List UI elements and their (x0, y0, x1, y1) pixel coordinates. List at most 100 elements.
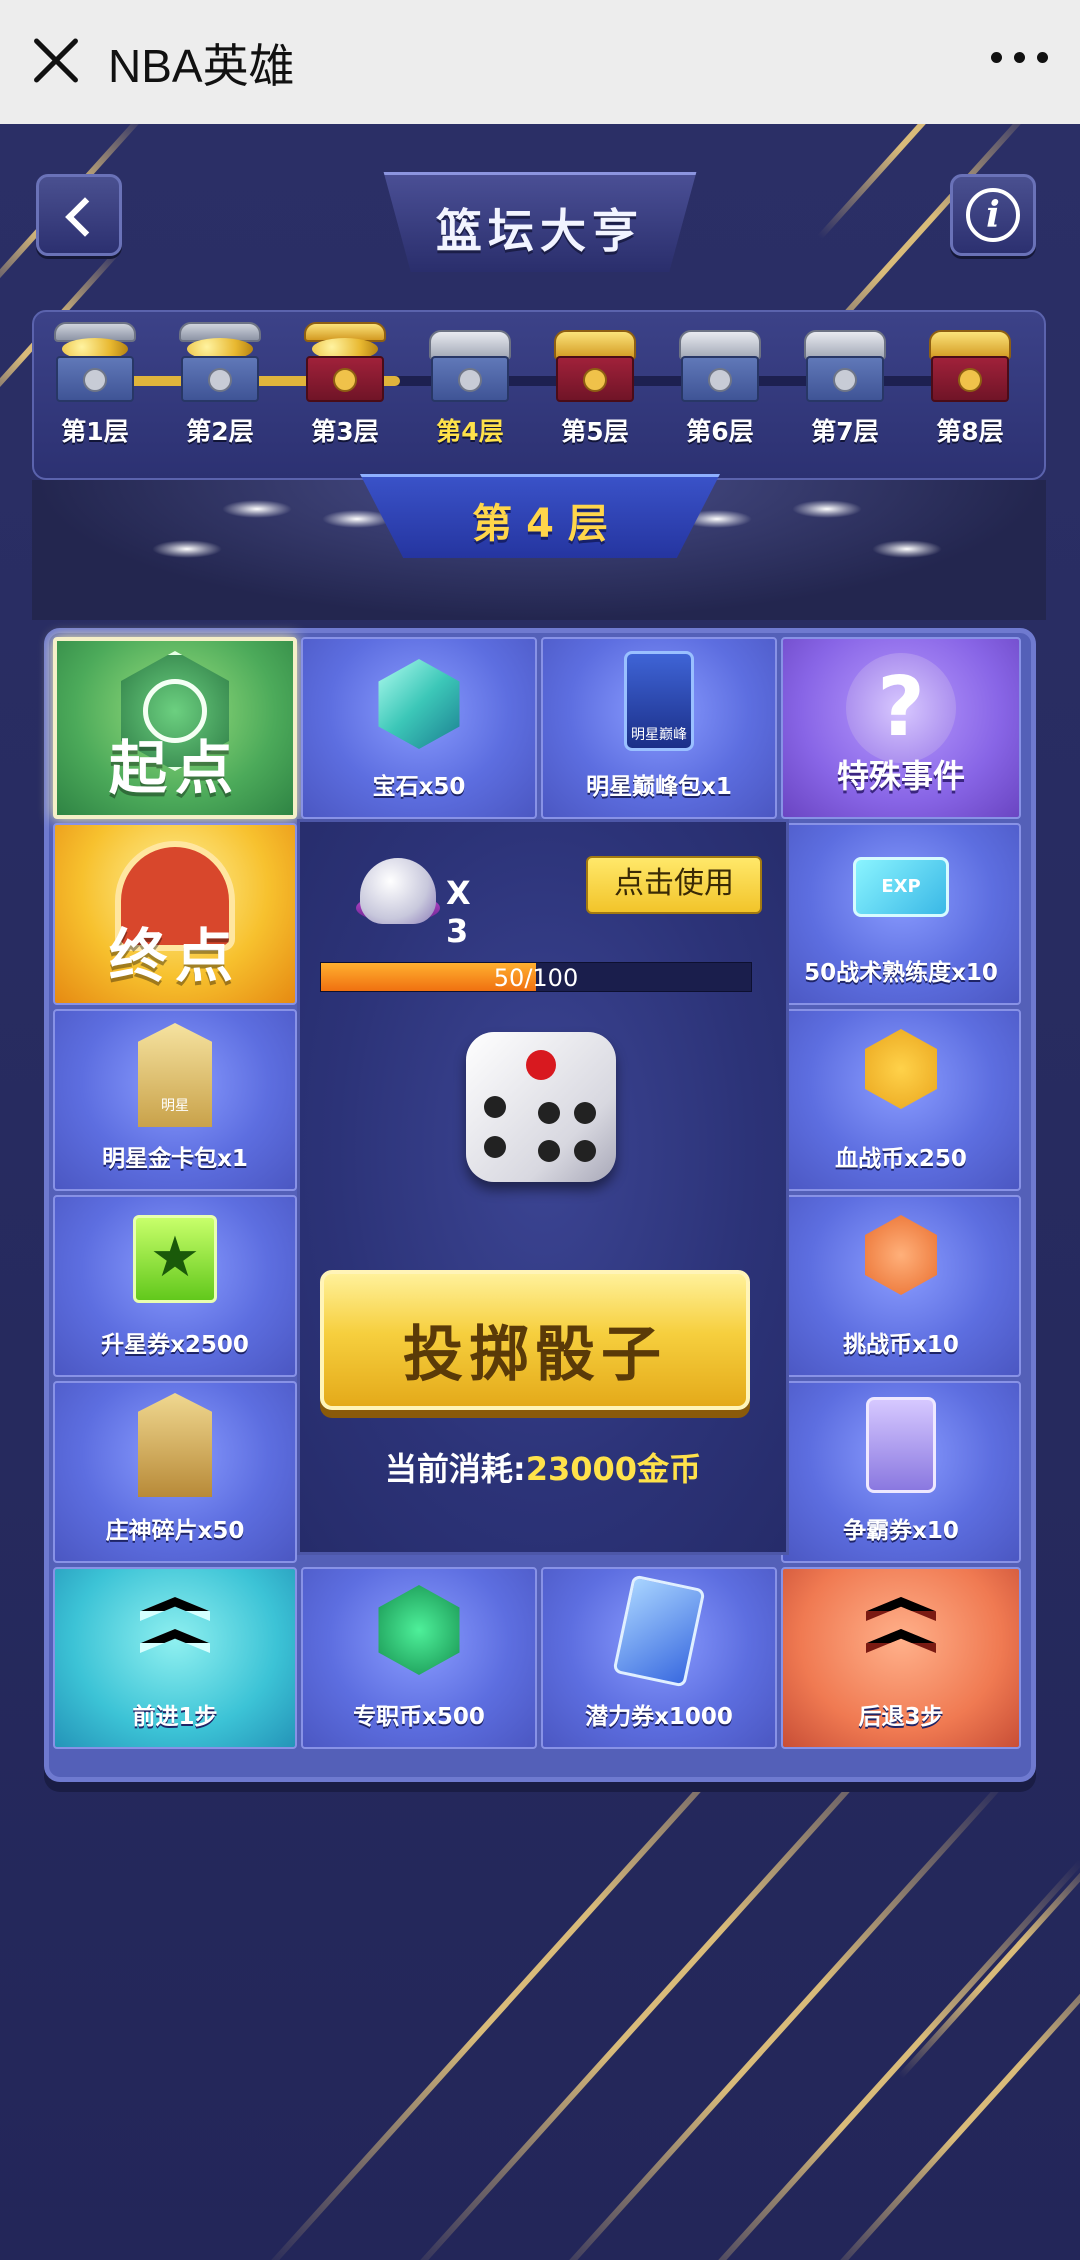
cell-label: 特殊事件 (836, 757, 965, 795)
info-button[interactable]: i (950, 174, 1036, 256)
cell-label: 专职币x500 (353, 1704, 485, 1730)
cell-gold-pack[interactable]: 明星 明星金卡包x1 (53, 1009, 297, 1191)
battery-icon (374, 1585, 464, 1675)
cell-label: 宝石x50 (372, 774, 466, 800)
level-label: 第6层 (686, 417, 754, 446)
decor-stripe (0, 124, 184, 150)
dice-panel: X 3 点击使用 50/100 投掷骰子 当前消耗:23000金币 (297, 819, 789, 1555)
chest-icon (802, 322, 888, 408)
title-banner: 篮坛大亨 (383, 172, 697, 272)
cell-pro-coin[interactable]: 专职币x500 (301, 1567, 537, 1749)
level-label: 第1层 (61, 417, 129, 446)
cell-label: 50战术熟练度x10 (804, 960, 998, 986)
cell-label: 前进1步 (132, 1704, 218, 1730)
level-3[interactable]: 第3层 (290, 322, 400, 448)
chest-icon (677, 322, 763, 408)
cell-label: 庄神碎片x50 (105, 1518, 245, 1544)
close-icon[interactable] (30, 34, 82, 86)
player-card-icon: 明星巅峰 (624, 651, 694, 751)
level-2[interactable]: 第2层 (165, 322, 275, 448)
spotlight (792, 500, 862, 518)
back-button[interactable] (36, 174, 122, 256)
progress-bar: 50/100 (320, 962, 752, 992)
gem-icon (374, 659, 464, 749)
cell-tactics[interactable]: EXP 50战术熟练度x10 (781, 823, 1021, 1005)
player-portrait-icon (138, 1393, 212, 1497)
roll-dice-button[interactable]: 投掷骰子 (320, 1270, 750, 1410)
level-label: 第5层 (561, 417, 629, 446)
level-label: 第7层 (811, 417, 879, 446)
decor-stripe (817, 1913, 1080, 2260)
page-title: 篮坛大亨 (436, 204, 644, 258)
cell-label: 挑战币x10 (843, 1332, 959, 1358)
chest-icon (177, 322, 263, 408)
gold-chest-icon (302, 322, 388, 408)
spotlight (872, 540, 942, 558)
progress-text: 50/100 (493, 964, 579, 992)
cell-finish-label: 终点 (108, 922, 241, 990)
cell-potential-ticket[interactable]: 潜力券x1000 (541, 1567, 777, 1749)
floor-banner: 第 4 层 (360, 474, 720, 558)
level-5[interactable]: 第5层 (540, 322, 650, 448)
level-label: 第4层 (436, 417, 504, 446)
level-1[interactable]: 第1层 (40, 322, 150, 448)
use-dice-button[interactable]: 点击使用 (586, 856, 762, 914)
gold-chest-icon (552, 322, 638, 408)
level-7[interactable]: 第7层 (790, 322, 900, 448)
cell-blood-coin[interactable]: 血战币x250 (781, 1009, 1021, 1191)
app-title: NBA英雄 (108, 40, 295, 92)
current-floor-title: 第 4 层 (472, 501, 608, 547)
cell-upgrade-ticket[interactable]: ★ 升星券x2500 (53, 1195, 297, 1377)
more-options-icon[interactable] (991, 52, 1048, 63)
game-screen: 篮坛大亨 i 第1层 第2层 第3层 第4层 第5层 第6层 第7层 第8层 第… (0, 124, 1080, 2260)
level-8[interactable]: 第8层 (915, 322, 1025, 448)
title-bar: NBA英雄 (0, 0, 1080, 124)
cell-label: 明星金卡包x1 (102, 1146, 248, 1172)
cell-gem[interactable]: 宝石x50 (301, 637, 537, 819)
cell-label: 升星券x2500 (101, 1332, 249, 1358)
cell-star-pack[interactable]: 明星巅峰 明星巅峰包x1 (541, 637, 777, 819)
blood-drop-icon (861, 1029, 941, 1109)
scroll-icon (866, 1397, 936, 1493)
level-label: 第2层 (186, 417, 254, 446)
question-mark-icon: ? (846, 653, 956, 763)
cell-contest-ticket[interactable]: 争霸券x10 (781, 1381, 1021, 1563)
game-board: 起点 宝石x50 明星巅峰 明星巅峰包x1 ? 特殊事件 终点 明星 明星金卡包… (44, 628, 1036, 1782)
exp-ticket-icon: EXP (853, 857, 949, 917)
chevron-down-icon (856, 1589, 946, 1679)
die-icon (466, 1032, 626, 1192)
cell-label: 后退3步 (858, 1704, 944, 1730)
cost-text: 当前消耗:23000金币 (300, 1444, 786, 1490)
level-label: 第3层 (311, 417, 379, 446)
info-icon: i (966, 188, 1020, 242)
level-label: 第8层 (936, 417, 1004, 446)
cost-value: 23000金币 (525, 1450, 702, 1488)
cell-forward[interactable]: 前进1步 (53, 1567, 297, 1749)
cell-backward[interactable]: 后退3步 (781, 1567, 1021, 1749)
dice-count-value: X 3 (446, 874, 471, 950)
cell-label: 明星巅峰包x1 (586, 774, 732, 800)
level-4[interactable]: 第4层 (415, 322, 525, 448)
basketball-card-icon (612, 1574, 706, 1688)
cell-label: 潜力券x1000 (585, 1704, 733, 1730)
chest-icon (427, 322, 513, 408)
dice-count: X 3 (356, 848, 490, 950)
cell-label: 血战币x250 (835, 1146, 967, 1172)
cost-label: 当前消耗: (384, 1450, 526, 1488)
cell-start[interactable]: 起点 (53, 637, 297, 819)
level-6[interactable]: 第6层 (665, 322, 775, 448)
cell-challenge-coin[interactable]: 挑战币x10 (781, 1195, 1021, 1377)
cell-fragment[interactable]: 庄神碎片x50 (53, 1381, 297, 1563)
cell-special-event[interactable]: ? 特殊事件 (781, 637, 1021, 819)
cell-start-label: 起点 (108, 734, 241, 802)
chevron-up-icon (130, 1589, 220, 1679)
fist-icon (861, 1215, 941, 1295)
cell-label: 争霸券x10 (843, 1518, 959, 1544)
level-selector: 第1层 第2层 第3层 第4层 第5层 第6层 第7层 第8层 (32, 310, 1046, 480)
cell-finish[interactable]: 终点 (53, 823, 297, 1005)
roll-dice-label: 投掷骰子 (403, 1320, 667, 1390)
spotlight (222, 500, 292, 518)
star-ticket-icon: ★ (133, 1215, 217, 1303)
chest-icon (52, 322, 138, 408)
gold-card-icon: 明星 (138, 1023, 212, 1127)
